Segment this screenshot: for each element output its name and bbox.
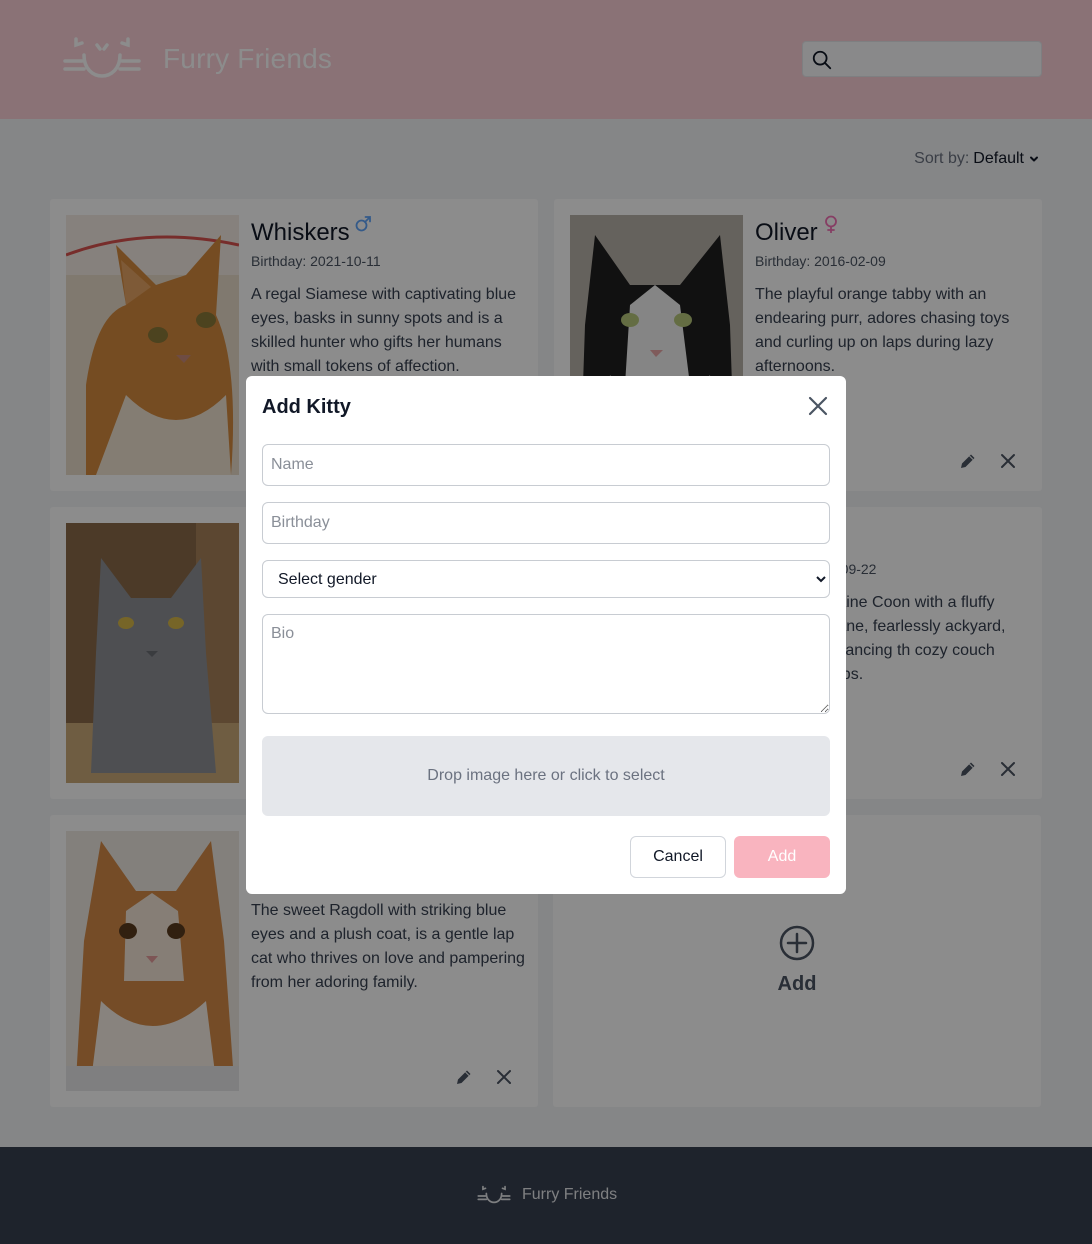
image-dropzone[interactable]: Drop image here or click to select	[262, 736, 830, 816]
gender-select[interactable]: Select gender	[262, 560, 830, 598]
cancel-button[interactable]: Cancel	[630, 836, 726, 878]
name-input[interactable]	[262, 444, 830, 486]
add-button[interactable]: Add	[734, 836, 830, 878]
modal-title: Add Kitty	[262, 396, 351, 418]
close-icon[interactable]	[808, 396, 828, 416]
bio-textarea[interactable]	[262, 614, 830, 714]
birthday-input[interactable]	[262, 502, 830, 544]
add-kitty-modal: Add Kitty Select gender Drop image here …	[246, 376, 846, 894]
